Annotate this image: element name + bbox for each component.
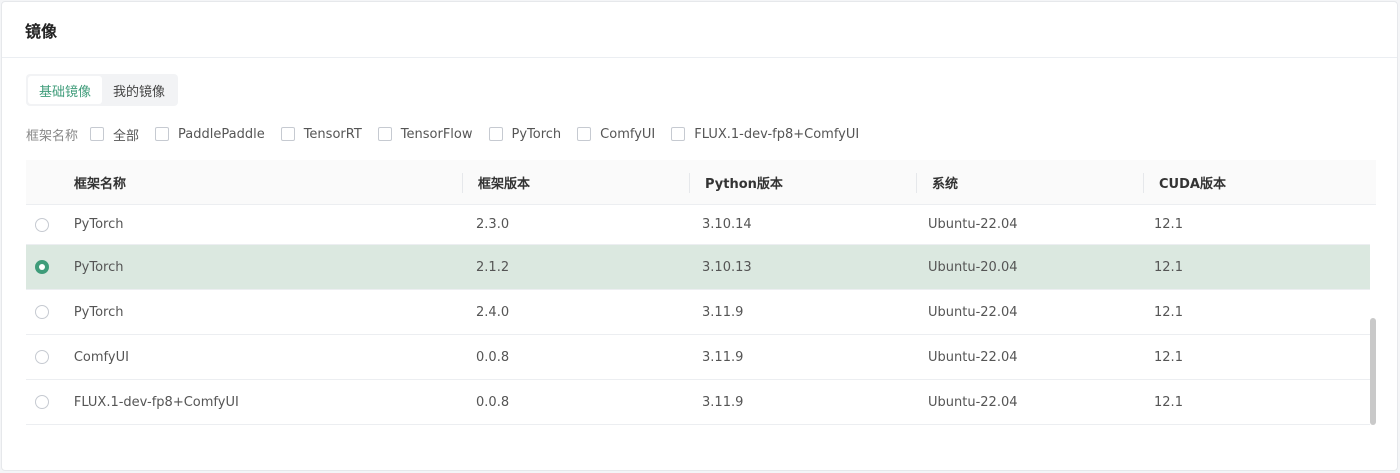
filter-option-tensorflow[interactable]: TensorFlow xyxy=(377,126,473,142)
filter-option-label: TensorFlow xyxy=(400,126,473,142)
cell-cuda-version: 12.1 xyxy=(1154,349,1183,365)
filter-option-label: PyTorch xyxy=(511,126,562,142)
filter-option-label: ComfyUI xyxy=(600,126,656,142)
column-divider xyxy=(916,173,917,193)
column-header-python-version: Python版本 xyxy=(689,160,916,204)
column-header-label: CUDA版本 xyxy=(1159,176,1226,192)
cell-system: Ubuntu-22.04 xyxy=(928,217,1018,232)
checkbox[interactable] xyxy=(280,127,295,141)
cell-framework-version: 0.0.8 xyxy=(476,349,510,365)
filter-option-pytorch[interactable]: PyTorch xyxy=(488,126,562,142)
row-radio[interactable] xyxy=(35,395,49,409)
cell-framework-name: ComfyUI xyxy=(73,349,129,365)
image-tabs: 基础镜像 我的镜像 xyxy=(26,74,179,106)
tab-my-images[interactable]: 我的镜像 xyxy=(102,76,176,104)
row-radio-checked[interactable] xyxy=(35,260,49,274)
cell-framework-name: PyTorch xyxy=(73,259,124,275)
cell-python-version: 3.11.9 xyxy=(702,304,744,320)
filter-option-label: FLUX.1-dev-fp8+ComfyUI xyxy=(694,126,860,142)
table-row-selected[interactable]: PyTorch 2.1.2 3.10.13 Ubuntu-20.04 12.1 xyxy=(26,245,1370,290)
column-header-cuda-version: CUDA版本 xyxy=(1143,160,1376,204)
page-title: 镜像 xyxy=(25,21,58,41)
image-panel: 镜像 基础镜像 我的镜像 框架名称 全部 PaddlePaddle Tensor… xyxy=(1,1,1398,471)
table-row[interactable]: PyTorch 2.4.0 3.11.9 Ubuntu-22.04 12.1 xyxy=(26,290,1370,335)
checkbox[interactable] xyxy=(671,127,686,141)
checkbox[interactable] xyxy=(577,127,592,141)
cell-system: Ubuntu-22.04 xyxy=(928,394,1018,410)
cell-framework-name: FLUX.1-dev-fp8+ComfyUI xyxy=(73,394,239,410)
cell-system: Ubuntu-20.04 xyxy=(928,259,1018,275)
checkbox[interactable] xyxy=(90,127,105,141)
cell-cuda-version: 12.1 xyxy=(1154,304,1183,320)
row-select-cell xyxy=(26,205,58,244)
framework-filter: 框架名称 全部 PaddlePaddle TensorRT TensorFlow… xyxy=(26,122,875,146)
row-radio[interactable] xyxy=(35,217,49,232)
table-body: PyTorch 2.3.0 3.10.14 Ubuntu-22.04 12.1 … xyxy=(26,205,1370,425)
filter-option-flux-comfyui[interactable]: FLUX.1-dev-fp8+ComfyUI xyxy=(671,127,859,142)
cell-cuda-version: 12.1 xyxy=(1154,259,1183,275)
table-header: 框架名称 框架版本 Python版本 系统 CUDA版本 xyxy=(26,160,1376,205)
row-radio[interactable] xyxy=(35,305,49,319)
filter-option-label: PaddlePaddle xyxy=(178,126,265,142)
checkbox[interactable] xyxy=(488,127,503,141)
row-select-cell xyxy=(26,380,58,424)
image-table: 框架名称 框架版本 Python版本 系统 CUDA版本 PyTorch 2.3… xyxy=(26,160,1376,426)
column-divider xyxy=(1143,173,1144,193)
column-header-framework-name: 框架名称 xyxy=(58,160,462,204)
filter-option-label: 全部 xyxy=(113,128,140,144)
column-header-label: 系统 xyxy=(932,176,959,192)
column-header-label: 框架名称 xyxy=(74,176,127,192)
cell-framework-version: 2.1.2 xyxy=(476,259,510,275)
row-radio[interactable] xyxy=(35,350,49,364)
filter-option-paddlepaddle[interactable]: PaddlePaddle xyxy=(155,127,265,142)
cell-cuda-version: 12.1 xyxy=(1154,217,1183,232)
header-select-column xyxy=(26,160,58,204)
cell-cuda-version: 12.1 xyxy=(1154,394,1183,410)
filter-option-label: TensorRT xyxy=(303,126,362,142)
filter-option-comfyui[interactable]: ComfyUI xyxy=(577,127,655,142)
column-header-label: 框架版本 xyxy=(478,176,531,192)
cell-framework-name: PyTorch xyxy=(73,304,124,320)
column-divider xyxy=(689,173,690,193)
row-select-cell xyxy=(26,335,58,379)
panel-header: 镜像 xyxy=(2,2,1397,58)
cell-system: Ubuntu-22.04 xyxy=(928,304,1018,320)
checkbox[interactable] xyxy=(377,127,392,141)
checkbox[interactable] xyxy=(155,127,170,141)
column-header-system: 系统 xyxy=(916,160,1143,204)
filter-option-tensorrt[interactable]: TensorRT xyxy=(280,126,362,142)
cell-system: Ubuntu-22.04 xyxy=(928,349,1018,365)
row-select-cell xyxy=(26,290,58,334)
cell-python-version: 3.11.9 xyxy=(702,349,744,365)
filter-label: 框架名称 xyxy=(26,128,79,144)
table-row[interactable]: FLUX.1-dev-fp8+ComfyUI 0.0.8 3.11.9 Ubun… xyxy=(26,380,1370,425)
cell-python-version: 3.10.14 xyxy=(702,217,752,232)
tab-base-images[interactable]: 基础镜像 xyxy=(28,76,103,104)
cell-framework-version: 2.3.0 xyxy=(476,217,510,232)
cell-framework-version: 0.0.8 xyxy=(476,394,510,410)
cell-framework-name: PyTorch xyxy=(73,217,124,232)
filter-option-all[interactable]: 全部 xyxy=(90,125,139,144)
cell-python-version: 3.10.13 xyxy=(702,259,752,275)
table-scrollbar[interactable] xyxy=(1370,318,1376,425)
column-divider xyxy=(462,173,463,193)
cell-framework-version: 2.4.0 xyxy=(476,304,510,320)
column-header-label: Python版本 xyxy=(705,176,783,192)
column-header-framework-version: 框架版本 xyxy=(462,160,689,204)
table-row[interactable]: PyTorch 2.3.0 3.10.14 Ubuntu-22.04 12.1 xyxy=(26,205,1370,245)
table-row[interactable]: ComfyUI 0.0.8 3.11.9 Ubuntu-22.04 12.1 xyxy=(26,335,1370,380)
cell-python-version: 3.11.9 xyxy=(702,394,744,410)
row-select-cell xyxy=(26,245,58,289)
